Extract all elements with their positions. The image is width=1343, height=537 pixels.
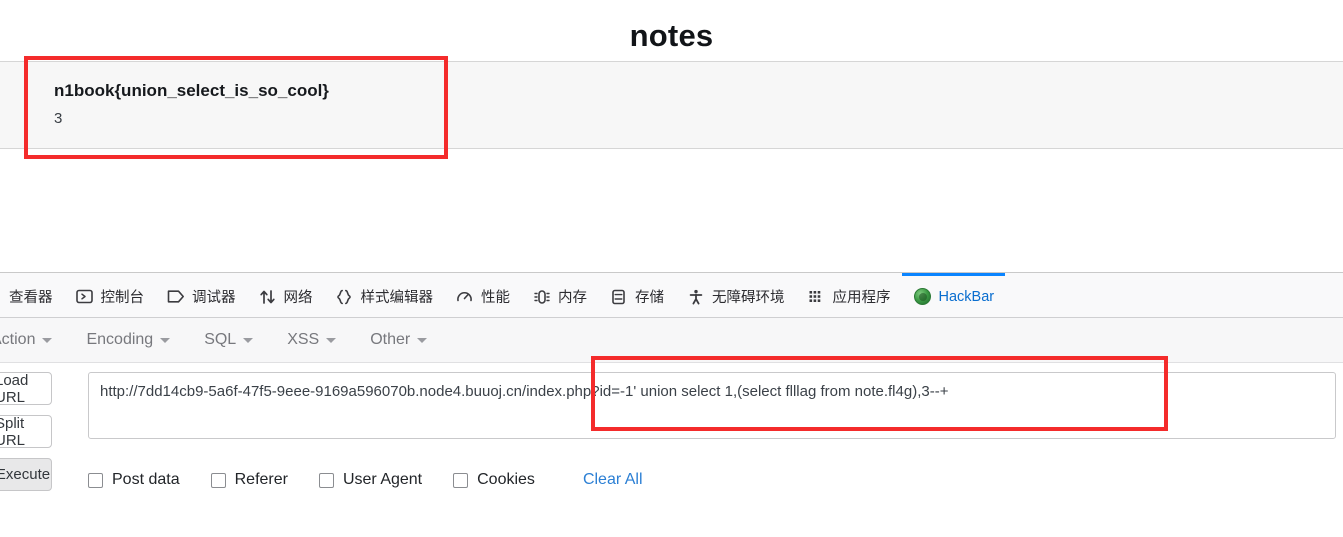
devtools-tab-inspector[interactable]: 查看器 — [0, 273, 64, 317]
devtools-tab-console[interactable]: 控制台 — [64, 273, 156, 317]
hackbar-menu-label: Encoding — [86, 331, 154, 348]
devtools-tab-label: 样式编辑器 — [360, 290, 434, 306]
hackbar-body: Load URL Split URL Execute Post data Ref… — [0, 363, 1343, 537]
hackbar-menu-sql[interactable]: SQL — [187, 331, 270, 349]
clear-all-link[interactable]: Clear All — [583, 471, 643, 489]
devtools-tab-label: 性能 — [481, 290, 510, 306]
hackbar-menubar: Action Encoding SQL XSS Other — [0, 318, 1343, 363]
style-editor-icon — [335, 287, 354, 306]
devtools-tab-hackbar[interactable]: HackBar — [901, 273, 1006, 317]
chevron-down-icon — [243, 337, 254, 343]
devtools-tab-label: HackBar — [938, 288, 995, 305]
accessibility-icon — [686, 287, 705, 306]
chevron-down-icon — [417, 337, 428, 343]
devtools-tab-label: 无障碍环境 — [712, 290, 785, 306]
option-user-agent[interactable]: User Agent — [318, 471, 423, 489]
option-cookies[interactable]: Cookies — [453, 471, 535, 489]
devtools-tab-performance[interactable]: 性能 — [444, 273, 521, 317]
inspector-icon — [0, 287, 2, 306]
load-url-button[interactable]: Load URL — [0, 372, 52, 406]
devtools-tab-memory[interactable]: 内存 — [521, 273, 598, 317]
devtools-tab-label: 存储 — [635, 290, 664, 306]
hackbar-menu-label: Other — [370, 331, 411, 348]
devtools-tab-debugger[interactable]: 调试器 — [155, 273, 247, 317]
chevron-down-icon — [42, 337, 53, 343]
checkbox-icon[interactable] — [88, 472, 103, 488]
devtools-panel: 查看器 控制台 调试器 网络 样式编辑器 性能 内存 存储 无障碍环境 应用程序… — [0, 272, 1343, 537]
console-icon — [75, 287, 94, 306]
hackbar-menu-label: Action — [0, 331, 36, 348]
hackbar-menu-other[interactable]: Other — [353, 331, 444, 349]
option-label: User Agent — [342, 471, 423, 488]
devtools-tab-label: 内存 — [558, 290, 587, 306]
network-icon — [258, 287, 277, 306]
checkbox-icon[interactable] — [453, 472, 469, 488]
devtools-tab-label: 控制台 — [100, 290, 145, 306]
option-label: Cookies — [477, 471, 535, 488]
note-flag-text: n1book{union_select_is_so_cool} — [54, 81, 329, 100]
devtools-tab-style-editor[interactable]: 样式编辑器 — [324, 273, 445, 317]
devtools-tab-label: 网络 — [283, 290, 313, 306]
devtools-tabbar: 查看器 控制台 调试器 网络 样式编辑器 性能 内存 存储 无障碍环境 应用程序… — [0, 273, 1343, 318]
checkbox-icon[interactable] — [318, 472, 334, 488]
execute-button[interactable]: Execute — [0, 458, 52, 491]
devtools-tab-label: 应用程序 — [832, 290, 891, 306]
devtools-tab-network[interactable]: 网络 — [247, 273, 324, 317]
note-count-text: 3 — [54, 110, 63, 127]
devtools-tab-accessibility[interactable]: 无障碍环境 — [675, 273, 796, 317]
option-label: Post data — [112, 471, 180, 488]
devtools-tab-application[interactable]: 应用程序 — [796, 273, 902, 317]
split-url-button[interactable]: Split URL — [0, 415, 52, 449]
hackbar-options-row: Post data Referer User Agent Cookies Cle… — [88, 471, 643, 489]
browser-page-content: notes n1book{union_select_is_so_cool} 3 — [0, 0, 1343, 272]
storage-icon — [609, 287, 628, 306]
devtools-tab-storage[interactable]: 存储 — [598, 273, 675, 317]
chevron-down-icon — [160, 337, 171, 343]
application-icon — [807, 287, 826, 306]
hackbar-icon — [913, 287, 932, 306]
chevron-down-icon — [326, 337, 337, 343]
checkbox-icon[interactable] — [210, 472, 226, 488]
hackbar-menu-label: SQL — [204, 331, 237, 348]
devtools-tab-label: 调试器 — [192, 290, 236, 306]
option-post-data[interactable]: Post data — [88, 471, 180, 489]
option-label: Referer — [234, 471, 288, 488]
hackbar-menu-xss[interactable]: XSS — [270, 331, 353, 349]
page-title: notes — [629, 18, 714, 53]
performance-icon — [455, 287, 474, 306]
memory-icon — [532, 287, 551, 306]
debugger-icon — [166, 287, 185, 306]
hackbar-menu-label: XSS — [287, 331, 320, 348]
devtools-tab-label: 查看器 — [9, 290, 53, 306]
hackbar-menu-encoding[interactable]: Encoding — [69, 331, 187, 349]
option-referer[interactable]: Referer — [210, 471, 288, 489]
hackbar-menu-action[interactable]: Action — [0, 331, 69, 349]
note-card: n1book{union_select_is_so_cool} 3 — [0, 61, 1343, 149]
url-input[interactable] — [88, 372, 1336, 439]
